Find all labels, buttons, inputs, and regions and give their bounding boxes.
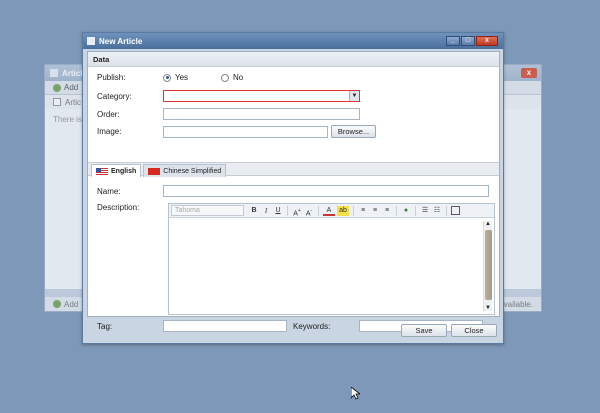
bold-icon[interactable]: B (249, 206, 259, 216)
order-input[interactable] (163, 108, 360, 120)
radio-selected-icon[interactable] (163, 73, 171, 82)
publish-no-radio[interactable]: No (221, 73, 243, 82)
minimize-icon[interactable]: _ (446, 36, 460, 46)
add-icon (53, 300, 61, 308)
new-article-dialog: New Article _ □ x Data Publish: Yes No C… (82, 32, 504, 344)
name-label: Name: (97, 186, 121, 196)
tab-english-label: English (111, 167, 137, 175)
publish-label: Publish: (97, 73, 126, 82)
align-center-icon[interactable]: ≡ (370, 206, 380, 216)
background-add-button[interactable]: Add (64, 83, 78, 92)
publish-no-label: No (233, 73, 244, 82)
tag-label: Tag: (97, 321, 113, 331)
language-tabs: English Chinese Simplified (88, 162, 499, 177)
tab-english[interactable]: English (91, 164, 142, 177)
toolbar-separator (353, 205, 354, 216)
name-row: Name: (97, 185, 489, 197)
scroll-up-icon[interactable]: ▲ (485, 221, 491, 227)
italic-icon[interactable]: I (261, 206, 271, 216)
align-left-icon[interactable]: ≡ (358, 206, 368, 216)
us-flag-icon (96, 167, 108, 175)
highlight-icon[interactable]: ab (337, 205, 349, 216)
close-button[interactable]: Close (451, 324, 497, 337)
editor-scrollbar[interactable]: ▲ ▼ (483, 221, 492, 311)
name-input[interactable] (163, 185, 489, 197)
underline-icon[interactable]: U (273, 206, 283, 216)
toolbar-separator (396, 205, 397, 216)
image-input[interactable] (163, 125, 328, 138)
scroll-down-icon[interactable]: ▼ (485, 305, 491, 311)
close-icon[interactable]: x (476, 36, 498, 46)
text-color-icon[interactable]: A (323, 206, 335, 216)
description-label: Description: (97, 203, 140, 212)
order-row: Order: (97, 108, 360, 120)
dialog-content: Data Publish: Yes No Category: ▼ Order: … (87, 51, 500, 332)
category-label: Category: (97, 91, 132, 101)
link-icon[interactable]: ● (401, 206, 411, 216)
column-header[interactable]: Artic (65, 98, 81, 107)
editor-toolbar: Tahoma B I U A+ A- A ab ≡ ≡ ≡ ● ☰ ☷ (169, 204, 494, 218)
dialog-titlebar[interactable]: New Article _ □ x (83, 33, 503, 49)
publish-row: Publish: Yes No (97, 73, 243, 82)
toolbar-separator (318, 205, 319, 216)
mouse-cursor-icon (351, 387, 360, 400)
publish-yes-radio[interactable]: Yes (163, 73, 221, 82)
radio-icon[interactable] (221, 73, 229, 82)
image-label: Image: (97, 127, 122, 136)
category-row: Category: ▼ (97, 90, 360, 102)
publish-yes-label: Yes (175, 73, 189, 82)
keywords-label: Keywords: (293, 321, 331, 331)
save-button[interactable]: Save (401, 324, 447, 337)
toolbar-separator (287, 205, 288, 216)
background-footer-status: available. (499, 299, 533, 309)
chevron-down-icon[interactable]: ▼ (349, 91, 359, 101)
tag-input[interactable] (163, 320, 287, 332)
add-icon (53, 83, 61, 92)
source-edit-icon[interactable] (451, 206, 460, 215)
ordered-list-icon[interactable]: ☰ (420, 206, 430, 216)
description-row: Description: (97, 203, 163, 212)
grow-font-icon[interactable]: A+ (292, 206, 302, 217)
browse-button[interactable]: Browse... (331, 125, 376, 138)
description-editor[interactable]: Tahoma B I U A+ A- A ab ≡ ≡ ≡ ● ☰ ☷ ▲ ▼ (168, 203, 495, 315)
close-icon[interactable]: x (521, 68, 537, 78)
shrink-font-icon[interactable]: A- (304, 206, 314, 217)
section-header: Data (88, 52, 499, 67)
image-row: Image: Browse... (97, 125, 376, 138)
unordered-list-icon[interactable]: ☷ (432, 206, 442, 216)
toolbar-separator (415, 205, 416, 216)
order-label: Order: (97, 109, 120, 119)
tab-chinese-label: Chinese Simplified (163, 167, 222, 175)
background-footer-add[interactable]: Add (64, 300, 78, 309)
app-icon (87, 37, 95, 45)
dialog-title: New Article (99, 36, 143, 46)
maximize-icon[interactable]: □ (461, 36, 475, 46)
category-select[interactable]: ▼ (163, 90, 360, 102)
cn-flag-icon (148, 167, 161, 175)
app-icon (50, 69, 58, 77)
tab-chinese-simplified[interactable]: Chinese Simplified (143, 164, 227, 177)
font-select[interactable]: Tahoma (171, 205, 244, 216)
align-right-icon[interactable]: ≡ (382, 206, 392, 216)
toolbar-separator (446, 205, 447, 216)
scroll-thumb[interactable] (485, 230, 492, 300)
checkbox[interactable] (53, 98, 61, 106)
